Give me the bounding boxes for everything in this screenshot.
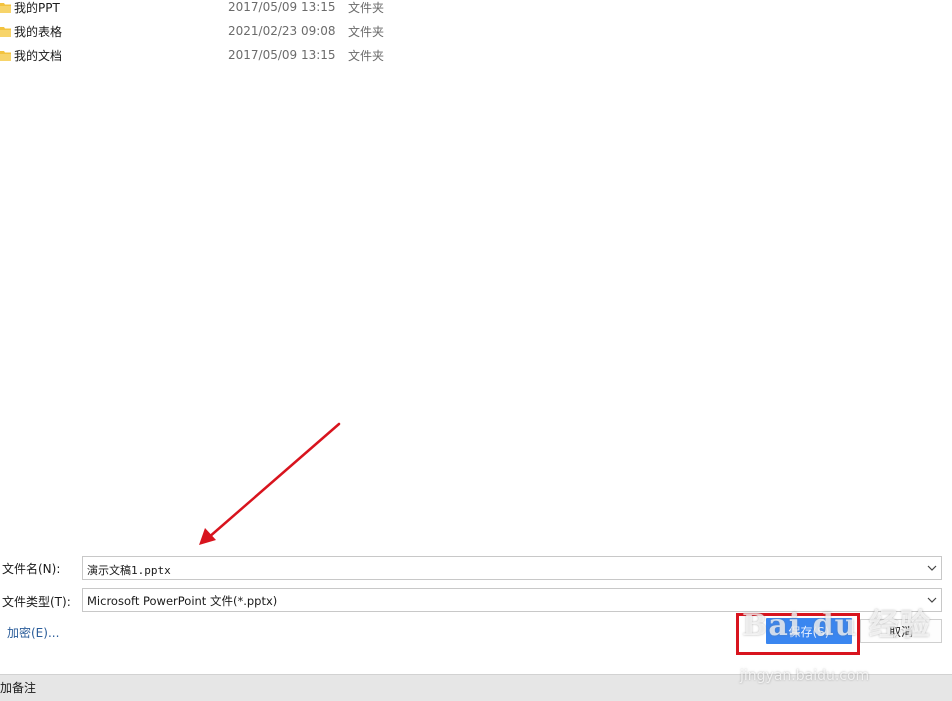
filename-label: 文件名(N): bbox=[2, 562, 61, 576]
file-date: 2021/02/23 09:08 bbox=[228, 24, 336, 38]
folder-icon bbox=[0, 27, 11, 37]
file-name: 我的PPT bbox=[14, 0, 60, 15]
file-date: 2017/05/09 13:15 bbox=[228, 48, 336, 62]
file-row[interactable]: 我的PPT 2017/05/09 13:15 文件夹 bbox=[0, 0, 600, 18]
file-row[interactable]: 我的表格 2021/02/23 09:08 文件夹 bbox=[0, 20, 600, 42]
file-name: 我的表格 bbox=[14, 24, 63, 39]
filename-value: 演示文稿1.pptx bbox=[87, 564, 171, 577]
folder-icon bbox=[0, 3, 11, 13]
folder-icon bbox=[0, 51, 11, 61]
chevron-down-icon[interactable] bbox=[927, 563, 937, 573]
file-type: 文件夹 bbox=[348, 48, 385, 63]
filetype-label: 文件类型(T): bbox=[2, 595, 71, 609]
encrypt-link[interactable]: 加密(E)... bbox=[7, 624, 59, 641]
watermark-url: jingyan.baidu.com bbox=[740, 668, 870, 684]
file-date: 2017/05/09 13:15 bbox=[228, 0, 336, 14]
filename-input[interactable]: 演示文稿1.pptx bbox=[82, 556, 942, 580]
add-notes-label[interactable]: 加备注 bbox=[0, 679, 36, 696]
file-type: 文件夹 bbox=[348, 0, 385, 15]
filetype-value: Microsoft PowerPoint 文件(*.pptx) bbox=[87, 594, 278, 608]
file-name: 我的文档 bbox=[14, 48, 63, 63]
file-type: 文件夹 bbox=[348, 24, 385, 39]
watermark-logo: Bai du 经验 bbox=[742, 608, 931, 643]
file-row[interactable]: 我的文档 2017/05/09 13:15 文件夹 bbox=[0, 44, 600, 66]
